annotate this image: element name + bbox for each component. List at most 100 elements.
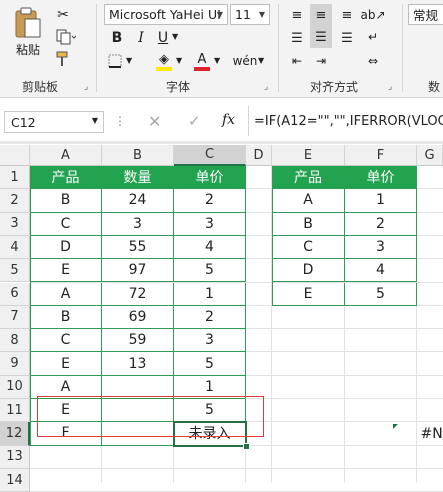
table1-header-cell[interactable]: 产品 xyxy=(30,166,102,190)
row-header-13[interactable]: 13 xyxy=(0,445,30,469)
dialog-launcher-icon[interactable]: ⌟ xyxy=(264,82,268,92)
chevron-down-icon[interactable]: ▼ xyxy=(92,116,98,125)
row-header-14[interactable]: 14 xyxy=(0,468,30,492)
row-header-8[interactable]: 8 xyxy=(0,329,30,353)
font-name-combo[interactable]: Microsoft YaHei UI ▼ xyxy=(104,4,228,25)
chevron-down-icon[interactable]: ▼ xyxy=(176,56,182,65)
table2-cell[interactable]: A xyxy=(272,189,345,213)
table2-cell[interactable]: 2 xyxy=(345,212,417,236)
table1-cell[interactable]: A xyxy=(30,282,102,306)
row-header-10[interactable]: 10 xyxy=(0,375,30,399)
table1-cell[interactable]: 55 xyxy=(102,235,174,260)
wrap-text-icon[interactable]: ↵ xyxy=(362,28,384,46)
table1-cell[interactable]: 2 xyxy=(174,189,246,213)
row-header-12[interactable]: 12 xyxy=(0,422,30,446)
error-indicator-icon[interactable] xyxy=(393,424,398,430)
table1-cell[interactable]: 3 xyxy=(174,212,246,236)
table1-cell[interactable]: E xyxy=(30,259,102,283)
table1-cell[interactable]: C xyxy=(30,212,102,236)
column-header-b[interactable]: B xyxy=(102,145,174,166)
chevron-down-icon[interactable]: ▼ xyxy=(214,56,220,65)
table2-cell[interactable]: 1 xyxy=(345,189,417,213)
dialog-launcher-icon[interactable]: ⌟ xyxy=(388,82,392,92)
row-header-7[interactable]: 7 xyxy=(0,305,30,330)
column-header-d[interactable]: D xyxy=(246,145,272,166)
select-all-corner[interactable] xyxy=(0,145,30,166)
column-header-a[interactable]: A xyxy=(30,145,102,166)
align-bottom-icon[interactable]: ≡ xyxy=(338,6,356,24)
table1-cell[interactable]: 3 xyxy=(174,329,246,353)
table1-cell[interactable]: 5 xyxy=(174,259,246,283)
chevron-down-icon[interactable]: ▼ xyxy=(172,32,178,41)
chevron-down-icon[interactable]: ▼ xyxy=(213,5,227,24)
bold-button[interactable]: B xyxy=(108,28,126,48)
formula-input[interactable]: =IF(A12="","",IFERROR(VLOOKUP(A12,E:F,2,… xyxy=(254,110,443,134)
table1-cell[interactable]: 69 xyxy=(102,305,174,330)
table2-cell[interactable]: 5 xyxy=(345,282,417,306)
table2-cell[interactable]: E xyxy=(272,282,345,306)
table2-cell[interactable]: C xyxy=(272,235,345,260)
column-header-e[interactable]: E xyxy=(272,145,345,166)
underline-button[interactable]: U xyxy=(154,28,172,48)
table2-cell[interactable]: B xyxy=(272,212,345,236)
table1-header-cell[interactable]: 单价 xyxy=(174,166,246,190)
increase-indent-icon[interactable]: ⇥ xyxy=(312,52,330,70)
font-size-combo[interactable]: 11 ▼ xyxy=(230,4,270,25)
paste-button[interactable]: 粘贴 xyxy=(8,4,48,60)
table2-cell[interactable]: D xyxy=(272,259,345,283)
chevron-down-icon[interactable]: ▼ xyxy=(126,56,132,65)
row-header-2[interactable]: 2 xyxy=(0,189,30,213)
row-header-1[interactable]: 1 xyxy=(0,166,30,190)
table1-cell[interactable]: 72 xyxy=(102,282,174,306)
table1-cell[interactable]: 97 xyxy=(102,259,174,283)
chevron-down-icon[interactable]: ▼ xyxy=(258,56,264,65)
name-box[interactable]: C12 ▼ xyxy=(4,111,104,133)
align-left-icon[interactable]: ☰ xyxy=(288,28,306,48)
table1-cell[interactable]: 24 xyxy=(102,189,174,213)
merge-center-icon[interactable]: ⇔ xyxy=(362,52,384,70)
row-header-11[interactable]: 11 xyxy=(0,399,30,423)
cut-icon[interactable]: ✂ xyxy=(54,6,72,24)
font-color-icon[interactable]: A xyxy=(192,50,212,72)
align-center-icon[interactable]: ☰ xyxy=(310,26,332,48)
cancel-icon[interactable]: ✕ xyxy=(148,112,161,131)
decrease-indent-icon[interactable]: ⇤ xyxy=(288,52,306,70)
fill-handle[interactable] xyxy=(243,442,250,450)
row-header-6[interactable]: 6 xyxy=(0,282,30,306)
table1-cell[interactable]: E xyxy=(30,352,102,376)
chevron-down-icon[interactable]: ▼ xyxy=(255,5,269,24)
number-format-combo[interactable]: 常规 xyxy=(408,4,443,25)
table1-header-cell[interactable]: 数量 xyxy=(102,166,174,190)
wen-icon[interactable]: wén xyxy=(233,50,258,72)
insert-function-icon[interactable]: fx xyxy=(222,112,235,128)
table1-cell[interactable]: D xyxy=(30,235,102,260)
italic-button[interactable]: I xyxy=(132,28,150,48)
row-header-4[interactable]: 4 xyxy=(0,235,30,260)
row-header-3[interactable]: 3 xyxy=(0,212,30,236)
column-header-g[interactable]: G xyxy=(417,145,443,166)
worksheet-grid[interactable]: A B C D E F G 1 2 3 4 5 6 7 8 9 10 11 12 13 14 产品 数量 单价 B 24 2 C 3 3 D… xyxy=(0,145,443,492)
align-top-icon[interactable]: ≡ xyxy=(288,6,306,24)
table1-cell[interactable]: B xyxy=(30,305,102,330)
table2-cell[interactable]: 3 xyxy=(345,235,417,260)
table1-cell[interactable]: 2 xyxy=(174,305,246,330)
row-header-9[interactable]: 9 xyxy=(0,352,30,376)
table1-cell[interactable]: 1 xyxy=(174,282,246,306)
g12-cell[interactable]: #N/A xyxy=(409,422,443,445)
table1-cell[interactable]: 4 xyxy=(174,235,246,260)
copy-icon[interactable] xyxy=(54,28,78,46)
table1-cell[interactable]: 13 xyxy=(102,352,174,376)
table1-cell[interactable]: B xyxy=(30,189,102,213)
table1-cell[interactable]: C xyxy=(30,329,102,353)
borders-icon[interactable] xyxy=(106,52,124,70)
table1-cell[interactable]: 5 xyxy=(174,352,246,376)
align-middle-icon[interactable]: ≡ xyxy=(310,4,332,26)
row-header-5[interactable]: 5 xyxy=(0,259,30,283)
align-right-icon[interactable]: ☰ xyxy=(338,28,356,48)
column-header-f[interactable]: F xyxy=(345,145,417,166)
column-header-c[interactable]: C xyxy=(174,145,246,166)
table2-header-cell[interactable]: 单价 xyxy=(345,166,417,190)
more-options-icon[interactable]: ⋮ xyxy=(114,114,126,128)
orientation-icon[interactable]: ab↗ xyxy=(360,6,385,24)
dialog-launcher-icon[interactable]: ⌟ xyxy=(84,82,88,92)
